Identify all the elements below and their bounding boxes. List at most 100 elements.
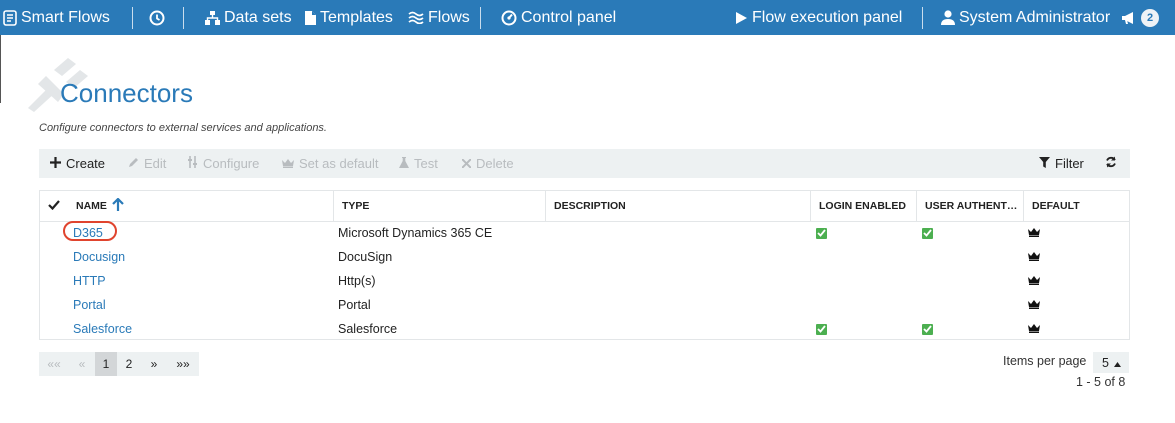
delete-label: Delete [476,156,514,171]
items-per-page-select[interactable]: 5 [1093,352,1129,373]
megaphone-icon [1121,11,1137,25]
table-row[interactable]: D365 Microsoft Dynamics 365 CE [40,221,1129,245]
nav-flow-execution-panel[interactable]: Flow execution panel [735,0,902,35]
connector-type: DocuSign [338,250,393,264]
login-enabled-check-icon [816,323,827,335]
page-range-text: 1 - 5 of 8 [1076,375,1126,389]
nav-flows-label: Flows [428,8,470,26]
nav-templates-label: Templates [320,8,393,26]
user-name: System Administrator [959,8,1111,26]
flask-icon [399,156,409,171]
pagination: «« « 1 2 » »» [39,352,199,376]
column-header-type[interactable]: TYPE [333,191,545,221]
set-as-default-label: Set as default [299,156,379,171]
nav-flow-execution-label: Flow execution panel [752,8,903,26]
x-icon [461,156,472,171]
configure-button[interactable]: Configure [187,149,259,178]
brand-link[interactable]: Smart Flows [3,0,110,35]
page-2-button[interactable]: 2 [117,352,141,376]
table-row[interactable]: Portal Portal [40,293,1129,317]
table-header: NAME TYPE DESCRIPTION LOGIN ENABLED USER… [40,191,1129,222]
nav-templates[interactable]: Templates [305,0,393,35]
column-header-default[interactable]: DEFAULT [1023,191,1129,221]
waves-icon [408,11,424,24]
create-button[interactable]: Create [50,149,105,178]
plus-icon [50,156,61,171]
column-header-user-authentication[interactable]: USER AUTHENT… [916,191,1023,221]
default-crown-icon [1028,322,1040,336]
caret-up-icon [1113,356,1121,370]
file-icon [305,10,316,25]
nav-control-panel[interactable]: Control panel [501,0,616,35]
sort-ascending-icon [112,197,124,214]
login-enabled-check-icon [816,227,827,239]
refresh-button[interactable] [1105,149,1117,178]
sliders-icon [187,156,198,171]
top-navbar: Smart Flows Data sets Templates Flows Co… [0,0,1175,35]
notification-badge: 2 [1141,8,1159,27]
connectors-table: NAME TYPE DESCRIPTION LOGIN ENABLED USER… [39,190,1130,340]
connector-type: Microsoft Dynamics 365 CE [338,226,493,240]
connector-name-link[interactable]: Docusign [73,245,125,269]
brand-label: Smart Flows [21,8,110,26]
table-row[interactable]: Docusign DocuSign [40,245,1129,269]
play-icon [735,11,748,25]
nav-separator [183,7,184,29]
table-row[interactable]: Salesforce Salesforce [40,317,1129,341]
edit-button[interactable]: Edit [128,149,166,178]
nav-separator [480,7,481,29]
page-title: Connectors [60,78,193,108]
nav-separator [132,7,133,29]
items-per-page-value: 5 [1102,355,1109,370]
column-header-description[interactable]: DESCRIPTION [545,191,810,221]
smart-flows-logo-icon [3,9,17,26]
refresh-icon [1105,156,1117,171]
connector-type: Portal [338,298,371,312]
edit-label: Edit [144,156,167,171]
nav-data-sets-label: Data sets [224,8,292,26]
column-name-label: NAME [76,200,107,212]
default-crown-icon [1028,274,1040,288]
test-button[interactable]: Test [399,149,438,178]
highlight-annotation [63,221,117,241]
connector-name-link[interactable]: HTTP [73,269,106,293]
nav-flows[interactable]: Flows [408,0,470,35]
connector-type: Http(s) [338,274,376,288]
page-subtitle: Configure connectors to external service… [39,122,327,134]
history-button[interactable] [149,0,165,35]
connector-type: Salesforce [338,322,398,336]
nav-control-panel-label: Control panel [521,8,617,26]
user-menu[interactable]: System Administrator [941,0,1110,35]
next-page-button[interactable]: » [141,352,167,376]
column-header-name[interactable]: NAME [68,191,333,221]
user-authentication-check-icon [922,323,933,335]
connector-name-link[interactable]: Salesforce [73,317,132,341]
last-page-button[interactable]: »» [167,352,199,376]
nav-data-sets[interactable]: Data sets [205,0,292,35]
connector-name-link[interactable]: Portal [73,293,106,317]
previous-page-button[interactable]: « [69,352,95,376]
default-crown-icon [1028,250,1040,264]
crown-icon [282,156,294,171]
filter-button[interactable]: Filter [1039,149,1084,178]
first-page-button[interactable]: «« [39,352,69,376]
delete-button[interactable]: Delete [461,149,514,178]
filter-label: Filter [1055,156,1084,171]
select-all-checkbox[interactable] [40,191,68,221]
configure-label: Configure [203,156,260,171]
left-edge-line [0,35,1,103]
dashboard-icon [501,10,517,26]
default-crown-icon [1028,226,1040,240]
column-header-login-enabled[interactable]: LOGIN ENABLED [810,191,916,221]
sitemap-icon [205,10,220,25]
checkmark-icon [48,199,60,213]
nav-separator [922,7,923,29]
items-per-page-label: Items per page [1003,354,1087,368]
table-row[interactable]: HTTP Http(s) [40,269,1129,293]
notifications-button[interactable]: 2 [1121,0,1159,35]
user-icon [941,10,955,25]
set-as-default-button[interactable]: Set as default [282,149,379,178]
page-1-button[interactable]: 1 [95,352,117,376]
create-label: Create [66,156,106,171]
toolbar: Create Edit Configure Set as default Tes… [39,149,1130,178]
